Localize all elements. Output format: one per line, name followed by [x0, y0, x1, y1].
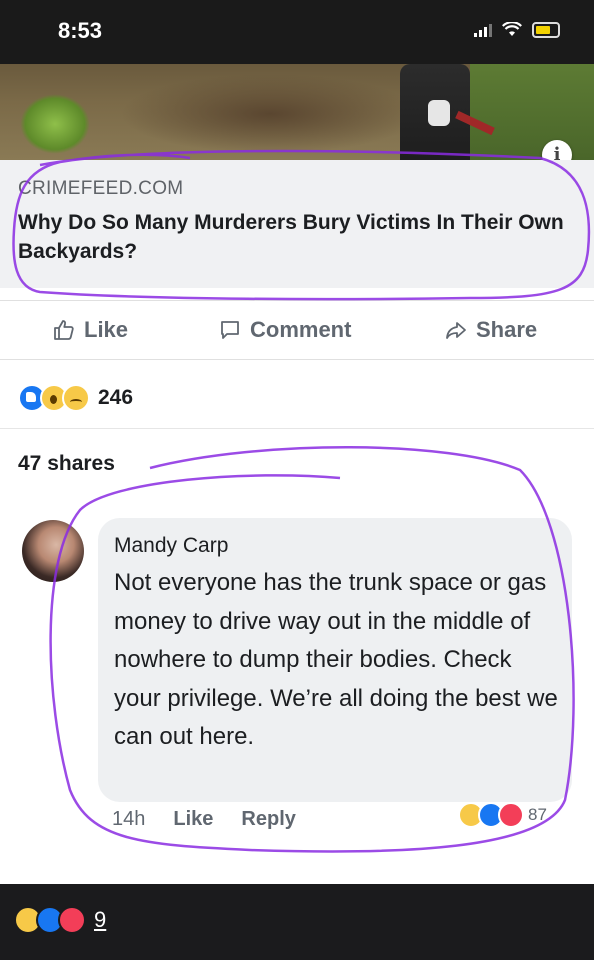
status-icons — [474, 22, 560, 38]
comment-time[interactable]: 14h — [112, 808, 145, 831]
reaction-count: 246 — [98, 386, 134, 409]
comment-icon — [221, 321, 239, 339]
shares-count[interactable]: 47 shares — [18, 452, 115, 476]
comment-bubble: Mandy Carp Not everyone has the trunk sp… — [98, 518, 572, 802]
love-icon — [498, 802, 524, 828]
share-label: Share — [476, 317, 538, 342]
share-button[interactable]: Share — [444, 317, 537, 343]
signal-icon — [474, 23, 492, 37]
comment-reaction-count: 87 — [528, 805, 547, 824]
thumbs-up-icon — [54, 320, 74, 340]
comment-like-button[interactable]: Like — [173, 808, 213, 831]
battery-icon — [532, 22, 560, 38]
status-bar: 8:53 — [0, 0, 594, 64]
sad-icon — [62, 384, 90, 412]
post-actions: Like Comment Share — [0, 300, 594, 360]
comment-button[interactable]: Comment — [218, 317, 351, 343]
wifi-icon — [502, 22, 522, 36]
link-preview-card[interactable]: CRIMEFEED.COM Why Do So Many Murderers B… — [0, 160, 594, 288]
comment-author[interactable]: Mandy Carp — [114, 534, 228, 558]
bottom-reaction-count: 9 — [94, 907, 107, 932]
bottom-reaction-bar: 9 — [0, 884, 594, 960]
link-domain: CRIMEFEED.COM — [18, 178, 184, 199]
love-icon — [58, 906, 86, 934]
like-label: Like — [84, 317, 129, 342]
comment-reactions[interactable]: 87 — [458, 802, 547, 828]
reactions-summary[interactable]: 246 — [18, 384, 133, 412]
bottom-reactions[interactable]: 9 — [14, 906, 106, 934]
comment-reply-button[interactable]: Reply — [241, 808, 295, 831]
comment-label: Comment — [250, 317, 352, 342]
link-preview-image[interactable] — [0, 64, 594, 160]
comment-meta: 14h Like Reply — [112, 808, 296, 831]
divider — [0, 428, 594, 429]
share-arrow-icon — [446, 322, 466, 339]
avatar[interactable] — [22, 520, 84, 582]
comment-text: Not everyone has the trunk space or gas … — [114, 569, 558, 750]
link-headline[interactable]: Why Do So Many Murderers Bury Victims In… — [18, 208, 588, 266]
like-button[interactable]: Like — [52, 317, 128, 343]
clock: 8:53 — [58, 18, 103, 43]
